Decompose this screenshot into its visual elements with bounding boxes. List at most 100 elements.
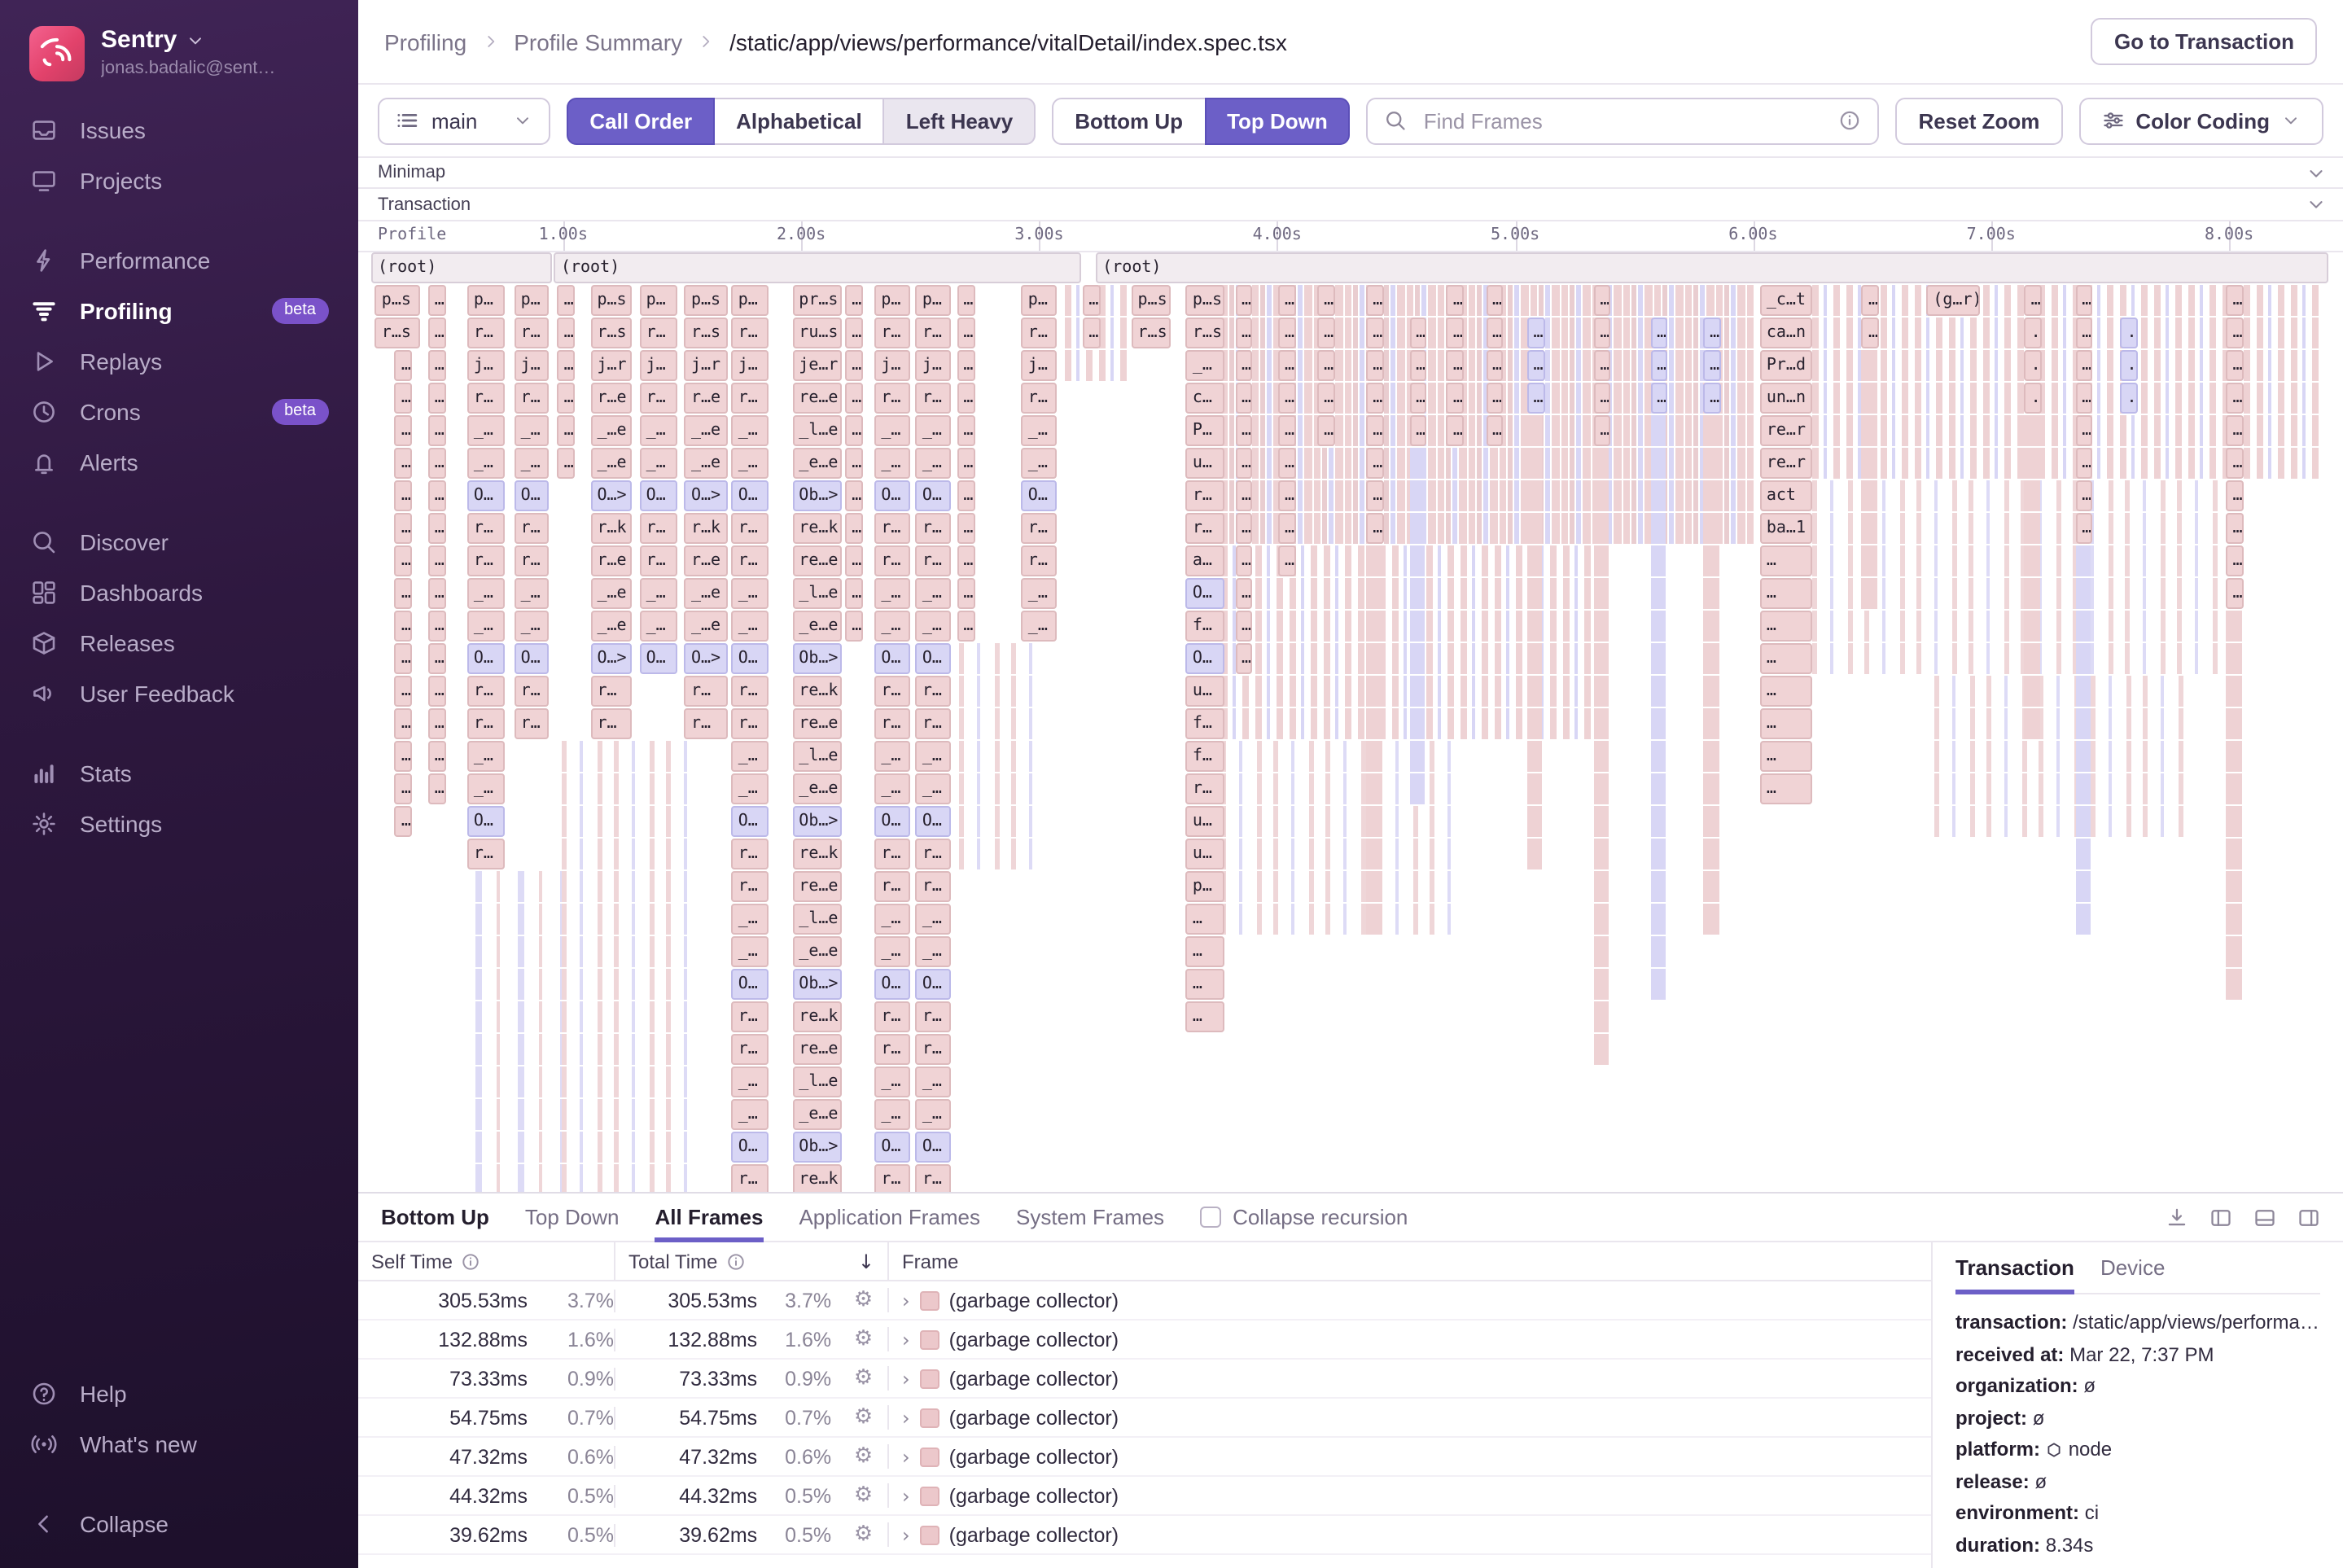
flame-frame[interactable]: r… bbox=[732, 318, 769, 348]
flame-frame[interactable]: _… bbox=[467, 578, 505, 609]
sort-desc-icon[interactable]: ↓ bbox=[858, 1250, 874, 1272]
flame-frame[interactable]: … bbox=[1235, 350, 1253, 381]
sidebar-item-discover[interactable]: Discover bbox=[0, 516, 358, 567]
flame-frame-root[interactable]: (root) bbox=[371, 252, 551, 283]
flame-frame[interactable]: _… bbox=[916, 578, 951, 609]
flame-frame[interactable]: _c…t bbox=[1760, 285, 1813, 316]
flame-frame[interactable]: r… bbox=[916, 871, 951, 902]
flame-frame[interactable]: … bbox=[1186, 936, 1225, 967]
flame-frame[interactable]: re…k bbox=[792, 513, 841, 544]
flame-frame[interactable]: … bbox=[1235, 643, 1253, 674]
search-input[interactable] bbox=[1421, 107, 1826, 134]
flame-frame[interactable]: O…> bbox=[685, 643, 728, 674]
flame-frame[interactable]: … bbox=[957, 611, 974, 642]
sort-call-order[interactable]: Call Order bbox=[567, 97, 715, 144]
thread-select[interactable]: main bbox=[378, 97, 550, 144]
flame-frame[interactable]: … bbox=[845, 383, 863, 414]
flame-frame[interactable]: … bbox=[395, 480, 413, 511]
flame-frame[interactable]: re…r bbox=[1760, 415, 1813, 446]
flame-frame[interactable]: r… bbox=[874, 839, 909, 869]
flame-frame[interactable]: .. bbox=[2025, 318, 2043, 348]
flame-frame[interactable]: O… bbox=[640, 643, 677, 674]
flame-frame[interactable]: O… bbox=[874, 1132, 909, 1163]
flame-frame[interactable]: r… bbox=[1022, 383, 1057, 414]
flame-frame[interactable]: c… bbox=[1186, 383, 1225, 414]
flame-frame[interactable]: … bbox=[1235, 318, 1253, 348]
flame-frame[interactable]: .. bbox=[2121, 318, 2139, 348]
flame-frame[interactable]: ru…s bbox=[792, 318, 841, 348]
flame-frame[interactable]: … bbox=[395, 806, 413, 837]
sort-alphabetical[interactable]: Alphabetical bbox=[713, 97, 885, 144]
chevron-down-icon[interactable] bbox=[2306, 162, 2327, 183]
flame-frame[interactable]: … bbox=[1760, 578, 1813, 609]
flame-frame[interactable]: j… bbox=[1022, 350, 1057, 381]
flame-frame[interactable]: _e…e bbox=[792, 448, 841, 479]
flame-frames-cluster[interactable] bbox=[1366, 545, 1382, 935]
flame-frame[interactable]: … bbox=[957, 318, 974, 348]
flame-frame[interactable]: f… bbox=[1186, 708, 1225, 739]
flame-frame[interactable]: _l…e bbox=[792, 578, 841, 609]
flame-frame[interactable]: r… bbox=[732, 513, 769, 544]
flame-frame[interactable]: _… bbox=[916, 773, 951, 804]
flame-frame[interactable]: … bbox=[395, 350, 413, 381]
flame-frame[interactable]: … bbox=[957, 383, 974, 414]
flame-frames-cluster[interactable] bbox=[1862, 350, 1877, 609]
flame-frame[interactable]: p… bbox=[515, 285, 550, 316]
flame-frame[interactable]: r… bbox=[515, 708, 550, 739]
flame-frame[interactable]: re…k bbox=[792, 1001, 841, 1032]
flame-frame[interactable]: (g…r) bbox=[1926, 285, 1979, 316]
flame-frame[interactable]: re…e bbox=[792, 545, 841, 576]
flame-frame[interactable]: … bbox=[1527, 350, 1545, 381]
flame-frame[interactable]: r… bbox=[874, 1034, 909, 1065]
flame-frame[interactable]: re…k bbox=[792, 839, 841, 869]
flame-frame[interactable]: _e…e bbox=[792, 773, 841, 804]
flame-frame[interactable]: _…e bbox=[590, 578, 632, 609]
flame-frame[interactable]: _… bbox=[467, 448, 505, 479]
flame-frame[interactable]: _… bbox=[640, 611, 677, 642]
flame-frame[interactable]: _…e bbox=[590, 611, 632, 642]
flame-frame[interactable]: _… bbox=[515, 578, 550, 609]
flame-frame[interactable]: _… bbox=[916, 904, 951, 935]
sidebar-item-projects[interactable]: Projects bbox=[0, 155, 358, 205]
expand-chevron-icon[interactable]: › bbox=[902, 1328, 910, 1351]
flame-frame[interactable]: … bbox=[1703, 350, 1721, 381]
breadcrumb-item-0[interactable]: Profiling bbox=[384, 28, 466, 55]
flame-frame[interactable]: … bbox=[1447, 383, 1465, 414]
flame-frame[interactable]: O… bbox=[874, 480, 909, 511]
flame-frame[interactable]: … bbox=[395, 545, 413, 576]
sidebar-item-releases[interactable]: Releases bbox=[0, 617, 358, 668]
flame-frame[interactable]: O…> bbox=[590, 643, 632, 674]
flame-frame[interactable]: r… bbox=[732, 676, 769, 707]
flame-frame[interactable]: … bbox=[428, 383, 446, 414]
flame-frame[interactable]: r… bbox=[640, 513, 677, 544]
flame-frame[interactable]: … bbox=[558, 285, 576, 316]
flame-frame[interactable]: … bbox=[395, 415, 413, 446]
frame-settings-gear-icon[interactable]: ⚙ bbox=[839, 1522, 887, 1547]
frames-table-row[interactable]: 73.33ms0.9%73.33ms0.9%⚙›(garbage collect… bbox=[358, 1360, 1931, 1399]
flame-frame[interactable]: … bbox=[428, 611, 446, 642]
flame-frame[interactable]: r…k bbox=[685, 513, 728, 544]
flame-frame[interactable]: r… bbox=[916, 676, 951, 707]
flamegraph[interactable]: (root)(root)(root)p…sr…s…………………………………………… bbox=[371, 252, 2330, 1192]
flame-frame[interactable]: j… bbox=[916, 350, 951, 381]
flame-frame[interactable]: O… bbox=[916, 643, 951, 674]
flame-frame[interactable]: … bbox=[1278, 513, 1296, 544]
flame-frame[interactable]: … bbox=[1650, 350, 1668, 381]
tab-application-frames[interactable]: Application Frames bbox=[799, 1193, 980, 1242]
flame-frame[interactable]: O… bbox=[874, 969, 909, 1000]
flame-frame[interactable]: _… bbox=[1022, 415, 1057, 446]
flame-frame[interactable]: r… bbox=[515, 513, 550, 544]
frame-settings-gear-icon[interactable]: ⚙ bbox=[839, 1483, 887, 1508]
flame-frame[interactable]: r… bbox=[515, 545, 550, 576]
flame-frames-cluster[interactable] bbox=[1527, 383, 1543, 869]
flame-frame[interactable]: … bbox=[1366, 350, 1384, 381]
flame-frames-cluster[interactable] bbox=[1650, 383, 1666, 1000]
flame-frame[interactable]: _… bbox=[874, 1099, 909, 1130]
flame-frame[interactable]: r… bbox=[515, 676, 550, 707]
flame-frame[interactable]: … bbox=[428, 350, 446, 381]
flame-frame[interactable]: r…e bbox=[590, 545, 632, 576]
flame-frame[interactable]: … bbox=[845, 513, 863, 544]
flame-frame[interactable]: … bbox=[558, 415, 576, 446]
flame-frame[interactable]: j… bbox=[467, 350, 505, 381]
flame-frame[interactable]: r… bbox=[874, 708, 909, 739]
